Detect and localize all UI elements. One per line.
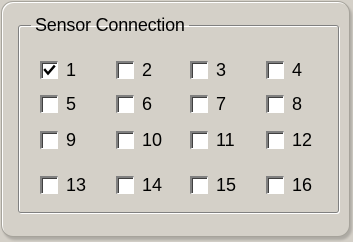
checkbox-label: 2 bbox=[142, 60, 153, 80]
checkbox-label: 15 bbox=[216, 175, 237, 195]
checkbox-box[interactable] bbox=[190, 131, 208, 149]
checkbox-box[interactable] bbox=[190, 95, 208, 113]
checkbox-box[interactable] bbox=[116, 61, 134, 79]
checkbox-box[interactable] bbox=[190, 61, 208, 79]
sensor-checkbox-16[interactable]: 16 bbox=[266, 173, 312, 197]
checkbox-box[interactable] bbox=[116, 131, 134, 149]
checkbox-label: 13 bbox=[66, 175, 87, 195]
checkbox-label: 14 bbox=[142, 175, 163, 195]
sensor-checkbox-10[interactable]: 10 bbox=[116, 128, 162, 152]
sensor-checkbox-15[interactable]: 15 bbox=[190, 173, 236, 197]
checkbox-label: 4 bbox=[292, 60, 303, 80]
checkbox-label: 3 bbox=[216, 60, 227, 80]
checkbox-label: 8 bbox=[292, 94, 303, 114]
checkbox-label: 16 bbox=[292, 175, 313, 195]
sensor-checkbox-8[interactable]: 8 bbox=[266, 92, 302, 116]
sensor-panel: Sensor Connection 1 2 3 4 5 6 7 8 9 10 1… bbox=[0, 0, 353, 242]
checkbox-box[interactable] bbox=[266, 95, 284, 113]
sensor-checkbox-7[interactable]: 7 bbox=[190, 92, 226, 116]
sensor-checkbox-grid: 1 2 3 4 5 6 7 8 9 10 11 12 13 14 15 16 bbox=[40, 58, 340, 208]
checkbox-box[interactable] bbox=[266, 131, 284, 149]
checkbox-label: 5 bbox=[66, 94, 77, 114]
checkbox-label: 6 bbox=[142, 94, 153, 114]
sensor-checkbox-4[interactable]: 4 bbox=[266, 58, 302, 82]
sensor-checkbox-12[interactable]: 12 bbox=[266, 128, 312, 152]
sensor-checkbox-14[interactable]: 14 bbox=[116, 173, 162, 197]
sensor-checkbox-1[interactable]: 1 bbox=[40, 58, 76, 82]
checkbox-box[interactable] bbox=[40, 131, 58, 149]
checkbox-box[interactable] bbox=[190, 176, 208, 194]
sensor-checkbox-2[interactable]: 2 bbox=[116, 58, 152, 82]
checkbox-label: 11 bbox=[216, 130, 235, 150]
sensor-checkbox-13[interactable]: 13 bbox=[40, 173, 86, 197]
sensor-checkbox-6[interactable]: 6 bbox=[116, 92, 152, 116]
checkbox-label: 1 bbox=[66, 60, 77, 80]
sensor-checkbox-5[interactable]: 5 bbox=[40, 92, 76, 116]
checkbox-label: 12 bbox=[292, 130, 313, 150]
checkbox-box[interactable] bbox=[266, 61, 284, 79]
sensor-checkbox-3[interactable]: 3 bbox=[190, 58, 226, 82]
checkbox-box[interactable] bbox=[116, 95, 134, 113]
checkbox-label: 9 bbox=[66, 130, 77, 150]
sensor-checkbox-11[interactable]: 11 bbox=[190, 128, 235, 152]
checkmark-icon bbox=[43, 64, 56, 76]
group-title: Sensor Connection bbox=[35, 15, 185, 35]
checkbox-box[interactable] bbox=[266, 176, 284, 194]
checkbox-box[interactable] bbox=[40, 176, 58, 194]
checkbox-box[interactable] bbox=[116, 176, 134, 194]
checkbox-box[interactable] bbox=[40, 95, 58, 113]
checkbox-label: 7 bbox=[216, 94, 227, 114]
checkbox-label: 10 bbox=[142, 130, 163, 150]
sensor-checkbox-9[interactable]: 9 bbox=[40, 128, 76, 152]
checkbox-box[interactable] bbox=[40, 61, 58, 79]
